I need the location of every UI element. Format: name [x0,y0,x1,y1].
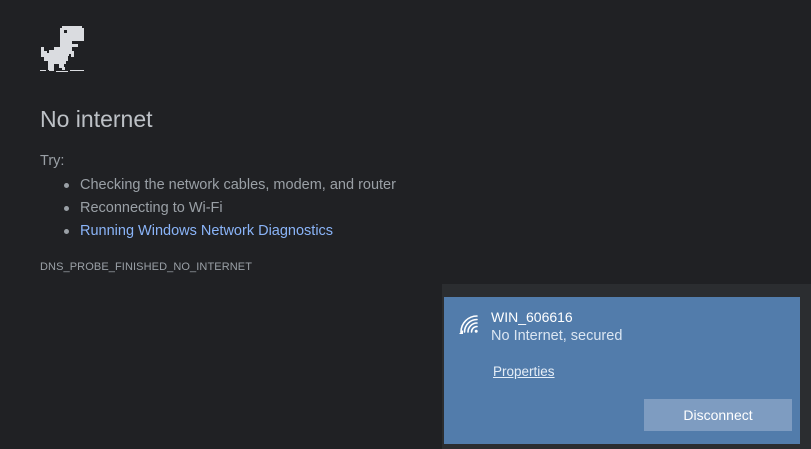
disconnect-button[interactable]: Disconnect [644,399,792,431]
network-name: WIN_606616 [491,309,573,325]
network-status: No Internet, secured [491,328,623,344]
error-code: DNS_PROBE_FINISHED_NO_INTERNET [40,261,253,273]
dino-icon [40,26,84,72]
properties-link[interactable]: Properties [493,364,555,379]
suggestion-list: Checking the network cables, modem, and … [40,174,396,243]
browser-error-page: No internet Try: Checking the network ca… [0,0,811,449]
try-label: Try: [40,153,65,169]
page-title: No internet [40,106,153,132]
wifi-icon [459,315,478,334]
network-diagnostics-link[interactable]: Running Windows Network Diagnostics [64,220,396,243]
suggestion-reconnect-wifi: Reconnecting to Wi-Fi [64,197,396,220]
suggestion-check-cables: Checking the network cables, modem, and … [64,174,396,197]
